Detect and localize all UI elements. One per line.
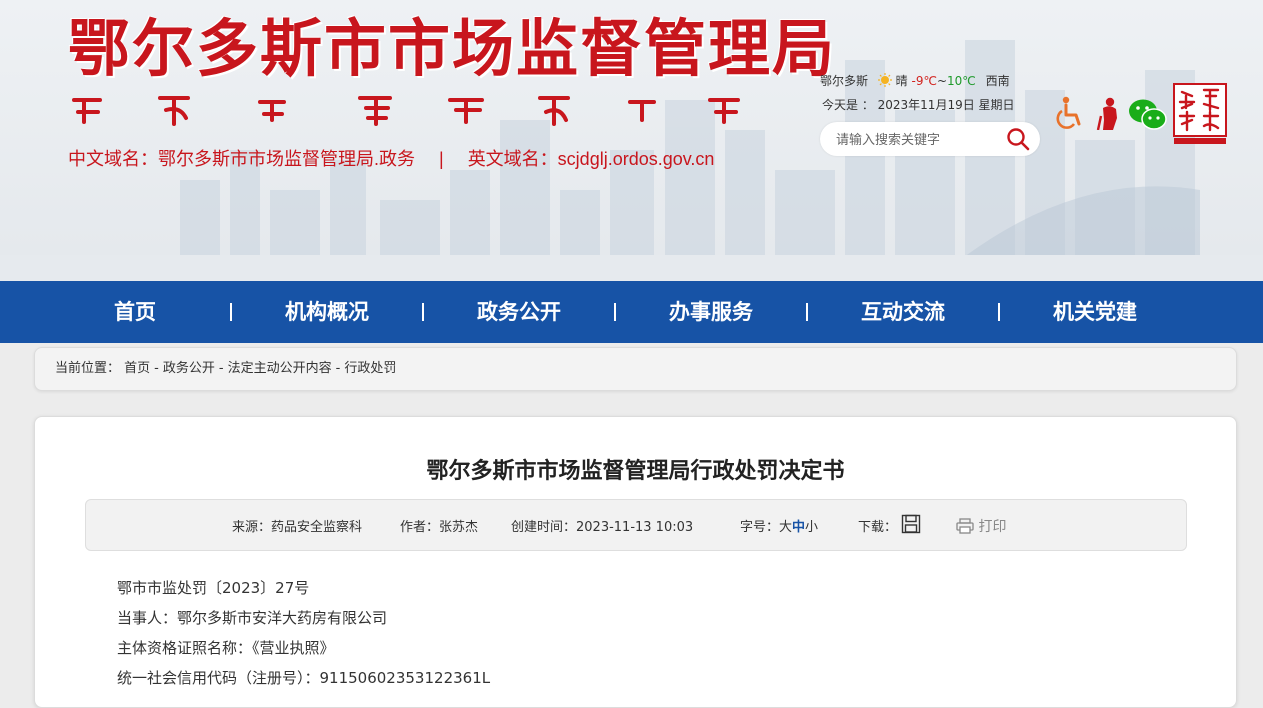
wechat-icon[interactable] [1128,98,1168,132]
weather-widget: 鄂尔多斯 晴 -9℃~10℃ 西南 [820,72,1016,89]
domain-names: 中文域名：鄂尔多斯市市场监督管理局.政务 | 英文域名：scjdglj.ordos.… [68,145,714,171]
chinese-domain[interactable]: 中文域名：鄂尔多斯市市场监督管理局.政务 [68,149,415,169]
print-button[interactable]: 打印 [956,500,1006,554]
breadcrumb-dash: - [218,361,224,376]
license-name: 主体资格证照名称：《营业执照》 [117,639,335,657]
breadcrumb-dash: - [154,361,159,376]
download-label: 下载： [858,520,898,535]
breadcrumb: 当前位置： 首页 - 政务公开 - 法定主动公开内容 - 行政处罚 [34,347,1237,391]
party-name: 当事人：鄂尔多斯市安洋大药房有限公司 [117,609,388,627]
weather-wind: 西南 [985,74,1010,88]
nav-item-interaction[interactable]: 互动交流 [807,281,999,343]
meta-source: 来源：药品安全监察科 [232,520,363,535]
article-body: 鄂市市监处罚〔2023〕27号 当事人：鄂尔多斯市安洋大药房有限公司 主体资格证… [117,573,490,693]
article-title: 鄂尔多斯市市场监督管理局行政处罚决定书 [426,459,845,484]
search-input[interactable] [834,129,998,151]
font-size-large[interactable]: 大 [779,520,792,535]
font-size-small[interactable]: 小 [805,520,818,535]
weather-tilde: ~ [936,74,948,88]
font-size-label: 字号： [740,520,780,535]
english-domain[interactable]: 英文域名：scjdglj.ordos.gov.cn [468,149,715,169]
weather-city: 鄂尔多斯 [820,74,869,88]
meta-created: 创建时间：2023-11-13 10:03 [511,520,694,535]
breadcrumb-statutory[interactable]: 法定主动公开内容 [228,361,332,376]
nav-item-party[interactable]: 机关党建 [999,281,1191,343]
elderly-mode-icon[interactable] [1094,96,1124,130]
breadcrumb-dash: - [335,361,341,376]
nav-item-home[interactable]: 首页 [39,281,231,343]
save-icon[interactable] [901,514,921,534]
accessibility-icon[interactable] [1054,96,1084,130]
credit-code: 统一社会信用代码（注册号）：91150602353122361L [117,669,491,687]
weather-condition: 晴 [895,74,908,88]
font-size-control: 字号：大中小 [740,500,818,556]
ordos-online-logo[interactable] [1172,82,1228,146]
domain-separator: | [439,149,444,169]
print-label: 打印 [978,519,1007,535]
article-meta-bar: 来源：药品安全监察科 作者：张苏杰 创建时间：2023-11-13 10:03 … [85,499,1187,551]
font-size-medium[interactable]: 中 [792,520,805,535]
nav-item-gov-affairs[interactable]: 政务公开 [423,281,615,343]
meta-author: 作者：张苏杰 [400,520,479,535]
weather-high: 10℃ [947,74,976,88]
nav-item-about[interactable]: 机构概况 [231,281,423,343]
main-nav: 首页 机构概况 政务公开 办事服务 互动交流 机关党建 [0,281,1263,343]
site-header: 鄂尔多斯市市场监督管理局 中文域名：鄂尔多斯市市场监督管理局.政务 | 英文域名：s… [0,0,1263,281]
site-title: 鄂尔多斯市市场监督管理局 [68,12,837,85]
mongolian-script-title [72,96,740,126]
article-panel: 鄂尔多斯市市场监督管理局行政处罚决定书 来源：药品安全监察科 作者：张苏杰 创建… [34,416,1237,708]
breadcrumb-home[interactable]: 首页 [124,361,150,376]
today-date: 今天是 ： 2023年11月19日 星期日 [822,98,1015,112]
nav-item-services[interactable]: 办事服务 [615,281,807,343]
breadcrumb-penalty[interactable]: 行政处罚 [344,361,396,376]
breadcrumb-gov-affairs[interactable]: 政务公开 [163,361,215,376]
breadcrumb-prefix: 当前位置： [55,361,121,376]
search-icon[interactable] [1006,127,1030,151]
doc-number: 鄂市市监处罚〔2023〕27号 [117,579,310,597]
sun-icon [877,73,892,87]
weather-low: -9℃ [911,74,937,88]
printer-icon [956,518,974,534]
search-box [820,122,1040,156]
